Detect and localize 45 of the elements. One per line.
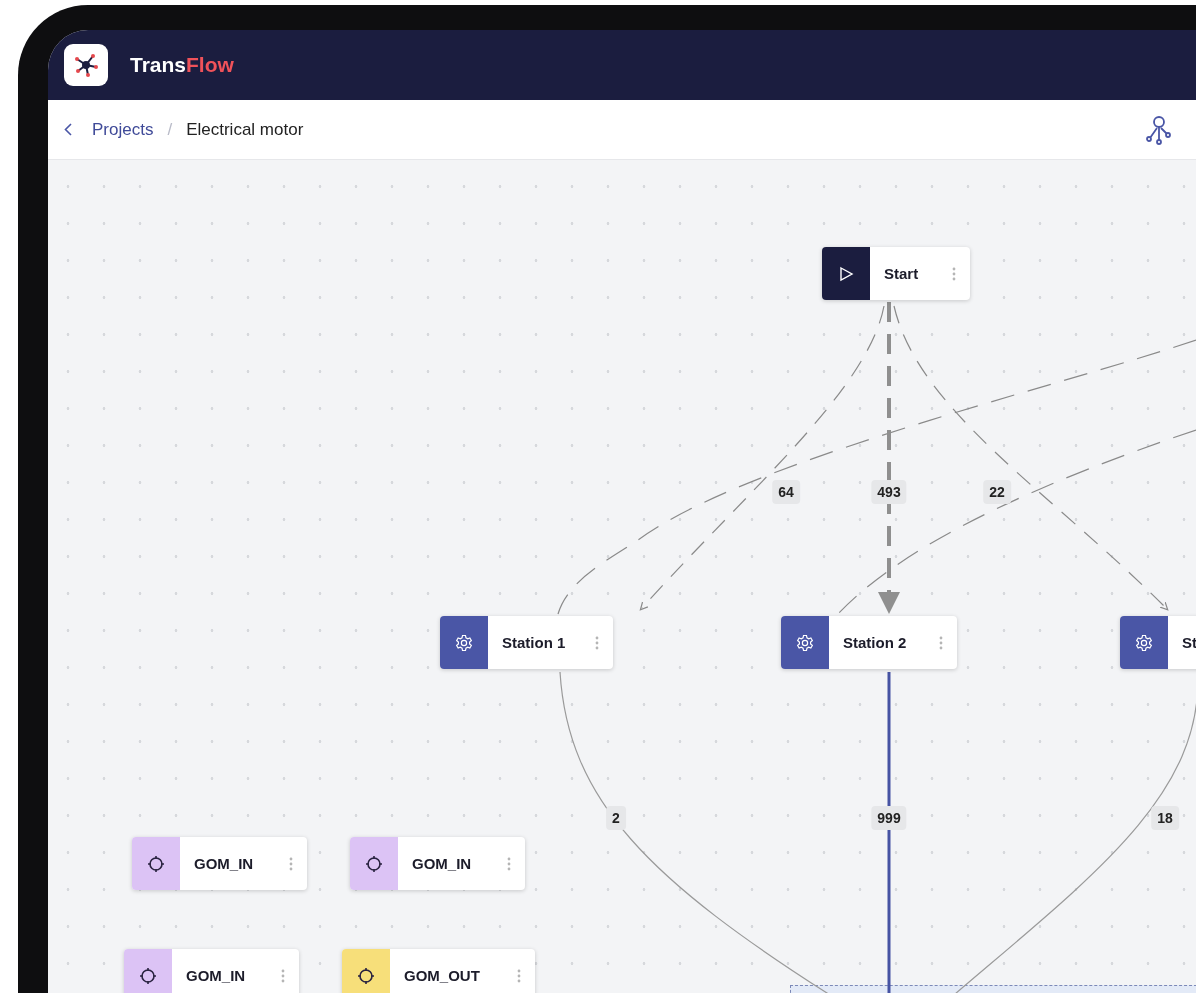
logo-icon — [64, 44, 108, 86]
settings-icon — [1135, 633, 1153, 652]
node-label: Station 2 — [842, 634, 908, 651]
back-icon[interactable] — [64, 123, 72, 136]
projects-link[interactable]: Projects — [92, 119, 154, 140]
more-options-icon[interactable] — [507, 856, 511, 871]
flow-node[interactable]: GOM_IN — [132, 837, 307, 890]
breadcrumb-current: Electrical motor — [186, 119, 304, 140]
target-icon — [139, 966, 157, 985]
edge-count-label: 2 — [606, 806, 626, 830]
edge-count-label: 493 — [871, 480, 907, 504]
edge-count-label: 64 — [772, 480, 800, 504]
node-label: GOM_IN — [411, 855, 473, 872]
more-options-icon[interactable] — [952, 266, 956, 281]
more-options-icon[interactable] — [517, 968, 521, 983]
edge-count-label: 22 — [983, 480, 1011, 504]
node-label: Station 1 — [501, 634, 567, 651]
more-options-icon[interactable] — [289, 856, 293, 871]
flow-node[interactable]: Start — [822, 247, 970, 300]
settings-icon — [455, 633, 473, 652]
flow-node[interactable]: Station 2 — [781, 616, 957, 669]
node-label: GOM_IN — [193, 855, 255, 872]
arrowhead-icon — [878, 592, 900, 614]
hierarchy-icon[interactable] — [1145, 114, 1171, 145]
edge-count-label: 18 — [1151, 806, 1179, 830]
target-icon — [365, 854, 383, 873]
more-options-icon[interactable] — [281, 968, 285, 983]
flow-node[interactable]: Station 1 — [440, 616, 613, 669]
flow-node[interactable]: GOM_IN — [350, 837, 525, 890]
settings-icon — [796, 633, 814, 652]
flow-node[interactable]: GOM_OUT — [342, 949, 535, 993]
edge-count-label: 999 — [871, 806, 907, 830]
target-icon — [357, 966, 375, 985]
flow-node[interactable]: GOM_IN — [124, 949, 299, 993]
breadcrumb-separator: / — [167, 119, 173, 140]
more-options-icon[interactable] — [595, 635, 599, 650]
flow-node[interactable]: St — [1120, 616, 1196, 669]
node-label: Start — [883, 265, 920, 282]
brand-name: TransFlow — [130, 53, 234, 77]
target-icon — [147, 854, 165, 873]
node-label: St — [1181, 634, 1196, 651]
play-icon — [838, 265, 854, 282]
node-label: GOM_OUT — [403, 967, 481, 984]
node-label: GOM_IN — [185, 967, 247, 984]
more-options-icon[interactable] — [939, 635, 943, 650]
